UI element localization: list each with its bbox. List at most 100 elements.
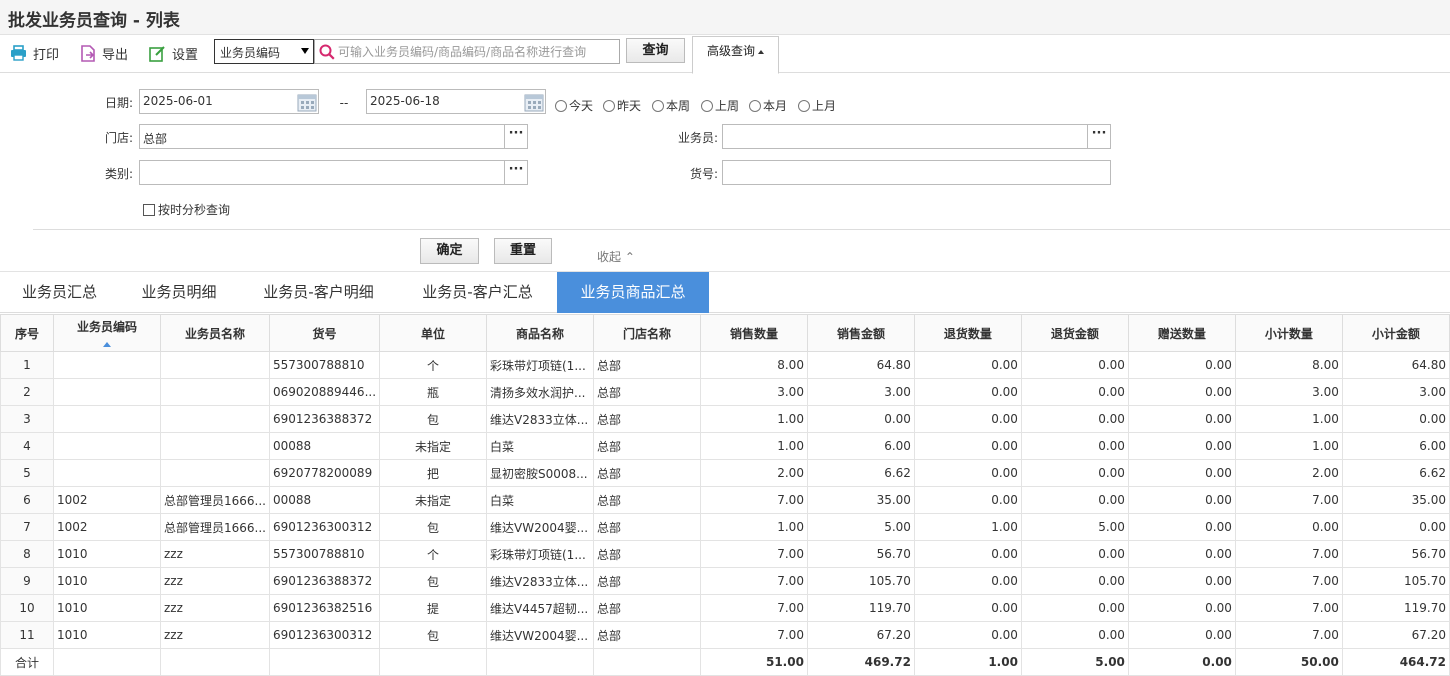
table-cell: 7.00 bbox=[1234, 594, 1343, 622]
table-cell: 6901236388372 bbox=[268, 405, 381, 433]
table-cell: 瓶 bbox=[379, 378, 487, 406]
radio-today[interactable]: 今天 bbox=[555, 97, 593, 114]
date-to-input[interactable]: 2025-06-18 bbox=[366, 89, 546, 114]
radio-yesterday[interactable]: 昨天 bbox=[603, 97, 641, 114]
column-header[interactable]: 销售金额 bbox=[806, 314, 915, 352]
table-cell bbox=[159, 459, 270, 487]
collapse-link[interactable]: 收起 ⌃ bbox=[597, 248, 635, 265]
table-row[interactable]: 2 069020889446... 瓶清扬多效水润护... 总部 3.00 3.00 0.0… bbox=[0, 378, 1450, 406]
table-cell: 7.00 bbox=[1234, 540, 1343, 568]
radio-this-week[interactable]: 本周 bbox=[652, 97, 690, 114]
more-icon[interactable]: ··· bbox=[1087, 125, 1110, 148]
table-cell: 0.00 bbox=[806, 405, 915, 433]
table-row[interactable]: 1 557300788810 个彩珠带灯项链(1... 总部 8.00 64.80 0.00… bbox=[0, 351, 1450, 379]
salesman-field[interactable]: ··· bbox=[722, 124, 1111, 149]
item-no-field[interactable] bbox=[722, 160, 1111, 185]
print-button[interactable]: 打印 bbox=[10, 43, 59, 63]
search-icon bbox=[319, 44, 335, 60]
table-row[interactable]: 10 1010 zzz 6901236382516 提维达V4457超韧... 总部 7.0… bbox=[0, 594, 1450, 622]
column-header[interactable]: 货号 bbox=[268, 314, 381, 352]
table-cell: 总部 bbox=[592, 405, 701, 433]
radio-label: 本月 bbox=[763, 99, 788, 113]
table-cell: 1.00 bbox=[699, 405, 808, 433]
table-cell: 0.00 bbox=[913, 459, 1022, 487]
table-cell: 包 bbox=[379, 405, 487, 433]
export-button[interactable]: 导出 bbox=[80, 43, 128, 63]
time-checkbox-label: 按时分秒查询 bbox=[158, 203, 231, 217]
table-cell: 总部 bbox=[592, 513, 701, 541]
table-cell: 0.00 bbox=[913, 567, 1022, 595]
tab-salesman-customer-detail[interactable]: 业务员-客户明细 bbox=[239, 272, 398, 313]
table-row[interactable]: 5 6920778200089 把显初密胺S0008... 总部 2.00 6.62 0.0… bbox=[0, 459, 1450, 487]
settings-button[interactable]: 设置 bbox=[149, 43, 198, 63]
table-cell: 0.00 bbox=[1127, 459, 1236, 487]
total-cell-empty bbox=[592, 648, 701, 676]
table-cell: 5.00 bbox=[1020, 513, 1129, 541]
table-cell: 个 bbox=[379, 351, 487, 379]
table-cell: 总部 bbox=[592, 621, 701, 649]
query-button[interactable]: 查询 bbox=[626, 38, 685, 63]
tab-salesman-customer-summary[interactable]: 业务员-客户汇总 bbox=[398, 272, 557, 313]
more-icon[interactable]: ··· bbox=[504, 161, 527, 184]
tab-salesman-detail[interactable]: 业务员明细 bbox=[119, 272, 239, 313]
table-cell: 7.00 bbox=[1234, 567, 1343, 595]
radio-label: 上周 bbox=[715, 99, 740, 113]
table-cell: 0.00 bbox=[913, 432, 1022, 460]
category-field[interactable]: ··· bbox=[139, 160, 528, 185]
calendar-icon[interactable] bbox=[297, 92, 317, 112]
column-header[interactable]: 商品名称 bbox=[486, 314, 594, 352]
time-checkbox[interactable]: 按时分秒查询 bbox=[143, 201, 230, 218]
table-cell: 1010 bbox=[52, 594, 161, 622]
search-field-select[interactable]: 业务员编码 bbox=[214, 39, 314, 64]
table-row[interactable]: 9 1010 zzz 6901236388372 包维达V2833立体... 总部 7.00… bbox=[0, 567, 1450, 595]
calendar-icon[interactable] bbox=[524, 92, 544, 112]
radio-last-week[interactable]: 上周 bbox=[701, 97, 739, 114]
column-header[interactable]: 赠送数量 bbox=[1127, 314, 1236, 352]
column-header[interactable]: 序号 bbox=[0, 314, 54, 352]
store-field[interactable]: 总部 ··· bbox=[139, 124, 528, 149]
column-header[interactable]: 退货数量 bbox=[913, 314, 1022, 352]
table-row[interactable]: 7 1002 总部管理员1666... 6901236300312 包维达VW2004婴… bbox=[0, 513, 1450, 541]
search-input[interactable] bbox=[338, 43, 616, 60]
reset-button[interactable]: 重置 bbox=[494, 238, 552, 264]
column-header[interactable]: 销售数量 bbox=[699, 314, 808, 352]
table-row[interactable]: 8 1010 zzz 557300788810 个彩珠带灯项链(1... 总部 7.00 56… bbox=[0, 540, 1450, 568]
table-cell: 0.00 bbox=[913, 351, 1022, 379]
table-cell: 5 bbox=[0, 459, 54, 487]
column-header[interactable]: 小计数量 bbox=[1234, 314, 1343, 352]
radio-last-month[interactable]: 上月 bbox=[798, 97, 836, 114]
table-cell: 7.00 bbox=[699, 594, 808, 622]
column-header[interactable]: 门店名称 bbox=[592, 314, 701, 352]
tab-salesman-summary[interactable]: 业务员汇总 bbox=[0, 272, 119, 313]
advanced-query-tab[interactable]: 高级查询 bbox=[692, 36, 779, 74]
table-cell: 0.00 bbox=[1020, 378, 1129, 406]
table-cell: 0.00 bbox=[1020, 567, 1129, 595]
search-field-value: 业务员编码 bbox=[220, 46, 281, 60]
table-row[interactable]: 6 1002 总部管理员1666... 00088 未指定 白菜 总部 7.00 35.00 0.… bbox=[0, 486, 1450, 514]
table-cell: 0.00 bbox=[1127, 567, 1236, 595]
column-header[interactable]: 小计金额 bbox=[1341, 314, 1450, 352]
table-row[interactable]: 3 6901236388372 包维达V2833立体... 总部 1.00 0.00 0.0… bbox=[0, 405, 1450, 433]
more-icon[interactable]: ··· bbox=[504, 125, 527, 148]
salesman-label: 业务员: bbox=[677, 131, 718, 145]
radio-this-month[interactable]: 本月 bbox=[749, 97, 787, 114]
table-cell: 6901236300312 bbox=[268, 621, 381, 649]
radio-label: 本周 bbox=[666, 99, 691, 113]
table-row[interactable]: 4 00088 未指定 白菜 总部 1.00 6.00 0.00 0.00 0.00 1.00 6.0… bbox=[0, 432, 1450, 460]
total-cell: 51.00 bbox=[699, 648, 808, 676]
column-header[interactable]: 单位 bbox=[379, 314, 487, 352]
tab-salesman-product-summary[interactable]: 业务员商品汇总 bbox=[557, 272, 709, 313]
table-cell: 0.00 bbox=[913, 378, 1022, 406]
table-cell: 未指定 bbox=[379, 432, 487, 460]
table-cell: 总部 bbox=[592, 432, 701, 460]
table-cell: 119.70 bbox=[1341, 594, 1450, 622]
column-header[interactable]: 业务员编码 bbox=[52, 314, 161, 352]
date-from-input[interactable]: 2025-06-01 bbox=[139, 89, 319, 114]
table-cell: 0.00 bbox=[1020, 459, 1129, 487]
column-header[interactable]: 退货金额 bbox=[1020, 314, 1129, 352]
table-cell: 1002 bbox=[52, 513, 161, 541]
table-row[interactable]: 11 1010 zzz 6901236300312 包维达VW2004婴... 总部 7.0… bbox=[0, 621, 1450, 649]
column-header[interactable]: 业务员名称 bbox=[159, 314, 270, 352]
table-cell bbox=[52, 432, 161, 460]
confirm-button[interactable]: 确定 bbox=[420, 238, 479, 264]
